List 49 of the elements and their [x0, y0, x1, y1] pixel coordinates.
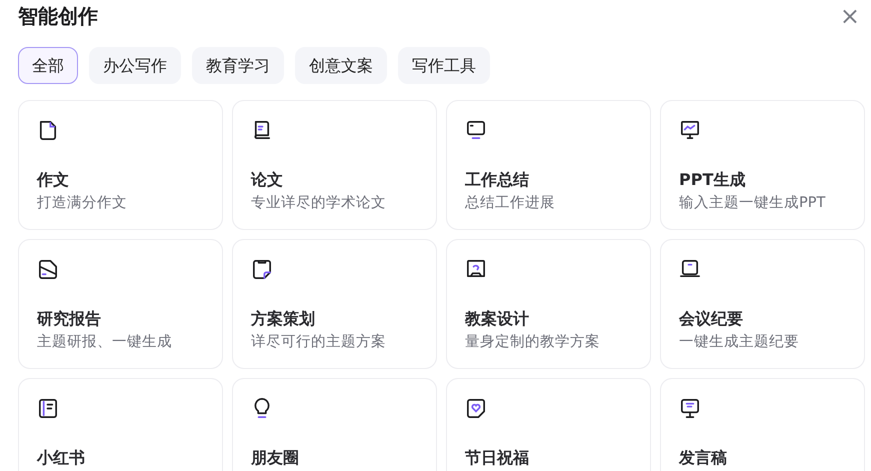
card-description: 专业详尽的学术论文 — [251, 195, 387, 213]
feature-card[interactable]: 研究报告 主题研报、一键生成 — [18, 239, 223, 369]
lectern-icon — [679, 397, 701, 419]
feature-card[interactable]: 发言稿 — [660, 378, 865, 471]
feature-card[interactable]: 小红书 — [18, 378, 223, 471]
card-description: 总结工作进展 — [465, 195, 556, 213]
card-title: 研究报告 — [37, 309, 102, 328]
note-icon — [251, 258, 273, 280]
card-description: 主题研报、一键生成 — [37, 334, 173, 352]
category-tab[interactable]: 办公写作 — [89, 47, 181, 84]
card-description: 量身定制的教学方案 — [465, 334, 601, 352]
feature-card[interactable]: 节日祝福 — [446, 378, 651, 471]
feature-card[interactable]: 教案设计 量身定制的教学方案 — [446, 239, 651, 369]
card-title: 教案设计 — [465, 309, 530, 328]
category-tab[interactable]: 写作工具 — [398, 47, 490, 84]
card-title: 朋友圈 — [251, 448, 300, 468]
feature-card[interactable]: 方案策划 详尽可行的主题方案 — [232, 239, 437, 369]
feature-card[interactable]: 论文 专业详尽的学术论文 — [232, 100, 437, 230]
card-title: 节日祝福 — [465, 448, 530, 468]
card-description: 详尽可行的主题方案 — [251, 334, 387, 352]
card-description: 打造满分作文 — [37, 195, 128, 213]
dialog-title: 智能创作 — [18, 6, 98, 26]
category-tab[interactable]: 教育学习 — [192, 47, 284, 84]
card-title: 发言稿 — [679, 448, 728, 468]
card-title: 小红书 — [37, 448, 86, 468]
document-icon — [37, 119, 59, 141]
notebook-icon — [37, 397, 59, 419]
card-title: PPT生成 — [679, 170, 746, 190]
feature-card[interactable]: 会议纪要 一键生成主题纪要 — [660, 239, 865, 369]
category-tab[interactable]: 全部 — [18, 47, 78, 84]
card-title: 论文 — [251, 170, 284, 190]
card-title: 会议纪要 — [679, 309, 744, 328]
category-tab[interactable]: 创意文案 — [295, 47, 387, 84]
presentation-icon — [679, 119, 701, 141]
feature-card[interactable]: 工作总结 总结工作进展 — [446, 100, 651, 230]
heart-card-icon — [465, 397, 487, 419]
close-button[interactable]: × — [836, 4, 863, 28]
feature-card[interactable]: 作文 打造满分作文 — [18, 100, 223, 230]
card-title: 方案策划 — [251, 309, 316, 328]
card-description: 输入主题一键生成PPT — [679, 195, 826, 213]
laptop-icon — [679, 258, 701, 280]
card-title: 工作总结 — [465, 170, 530, 190]
card-description: 一键生成主题纪要 — [679, 334, 800, 352]
feature-card[interactable]: 朋友圈 — [232, 378, 437, 471]
board-icon — [465, 258, 487, 280]
card-title: 作文 — [37, 170, 70, 190]
report-icon — [37, 258, 59, 280]
monitor-icon — [465, 119, 487, 141]
feature-card[interactable]: PPT生成 输入主题一键生成PPT — [660, 100, 865, 230]
